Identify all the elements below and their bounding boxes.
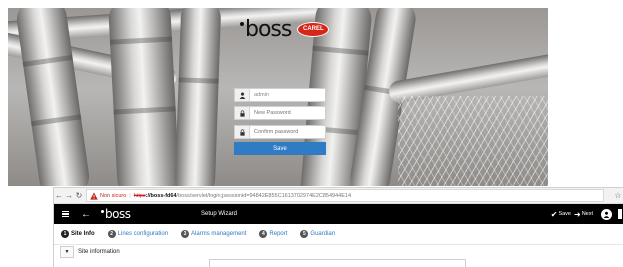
background-pipe bbox=[174, 8, 222, 186]
save-action-label: Save bbox=[558, 211, 571, 217]
url-separator: | bbox=[129, 192, 131, 199]
save-button[interactable]: Save bbox=[234, 142, 326, 155]
browser-window: ← → ↻ Non sicuro | https ://boss-fd64 /b… bbox=[53, 187, 623, 267]
url-field[interactable]: Non sicuro | https ://boss-fd64 /boss/se… bbox=[86, 189, 604, 202]
next-label: Next bbox=[581, 211, 593, 217]
next-button[interactable]: ➜ Next bbox=[574, 210, 593, 219]
power-icon[interactable] bbox=[618, 209, 622, 219]
address-bar: ← → ↻ Non sicuro | https ://boss-fd64 /b… bbox=[54, 188, 623, 204]
forward-arrow-icon[interactable]: → bbox=[64, 190, 74, 202]
username-input[interactable] bbox=[250, 90, 324, 100]
page-title: Setup Wizard bbox=[201, 211, 238, 217]
url-scheme: https bbox=[133, 192, 146, 199]
arrow-right-icon: ➜ bbox=[573, 209, 581, 219]
tab-number: 4 bbox=[259, 230, 268, 238]
boss-logo: boss CAREL bbox=[240, 16, 330, 42]
confirm-password-input[interactable] bbox=[250, 127, 324, 137]
tab-number: 5 bbox=[300, 230, 309, 238]
checkmark-icon: ✔ bbox=[550, 209, 558, 219]
lock-icon bbox=[235, 126, 250, 138]
tab-lines-configuration[interactable]: 2 Lines configuration bbox=[107, 230, 169, 238]
reload-icon[interactable]: ↻ bbox=[74, 190, 84, 202]
warning-icon bbox=[90, 191, 98, 200]
tab-site-info[interactable]: 1 Site Info bbox=[61, 230, 95, 238]
save-action-button[interactable]: ✔ Save bbox=[551, 210, 571, 219]
tab-guardian[interactable]: 5 Guardian bbox=[300, 230, 335, 238]
tab-label: Lines configuration bbox=[117, 231, 169, 237]
tab-label: Guardian bbox=[310, 231, 336, 237]
tab-label: Report bbox=[269, 231, 288, 237]
background-pipe bbox=[107, 8, 181, 186]
app-header: ← boss Setup Wizard ✔ Save ➜ Next bbox=[54, 204, 623, 224]
boss-logo: boss bbox=[101, 207, 131, 221]
confirm-password-field[interactable] bbox=[234, 125, 326, 139]
tab-number: 2 bbox=[107, 230, 116, 238]
tab-label: Alarms management bbox=[191, 231, 247, 237]
menu-icon[interactable] bbox=[57, 204, 73, 224]
logo-text: boss bbox=[105, 207, 131, 221]
tab-report[interactable]: 4 Report bbox=[259, 230, 287, 238]
back-arrow-icon[interactable]: ← bbox=[54, 190, 64, 202]
new-password-field[interactable] bbox=[234, 106, 326, 120]
login-screen-screenshot: boss CAREL Save bbox=[8, 8, 548, 186]
bookmark-star-icon[interactable]: ☆ bbox=[612, 191, 623, 200]
user-icon bbox=[235, 89, 250, 101]
lock-icon bbox=[235, 107, 250, 119]
url-host: ://boss-fd64 bbox=[145, 192, 177, 199]
tab-alarms-management[interactable]: 3 Alarms management bbox=[181, 230, 246, 238]
new-password-input[interactable] bbox=[250, 108, 324, 118]
section-title: Site information bbox=[78, 249, 120, 255]
tab-number: 1 bbox=[61, 230, 69, 238]
user-icon[interactable] bbox=[601, 208, 612, 220]
logo-text: boss bbox=[245, 16, 292, 42]
tab-label: Site Info bbox=[71, 231, 95, 237]
site-information-section: ▼ Site information bbox=[54, 245, 623, 259]
wizard-tabs: 1 Site Info 2 Lines configuration 3 Alar… bbox=[54, 224, 623, 245]
background-wires bbox=[398, 96, 548, 186]
back-arrow-icon[interactable]: ← bbox=[79, 209, 93, 220]
tab-number: 3 bbox=[181, 230, 190, 238]
username-field[interactable] bbox=[234, 88, 326, 102]
chevron-down-icon[interactable]: ▼ bbox=[60, 246, 74, 258]
url-path: /boss/servlet/login;jsessionid=94842E855… bbox=[176, 192, 351, 199]
not-secure-label: Non sicuro bbox=[100, 192, 127, 199]
header-actions: ✔ Save ➜ Next bbox=[551, 208, 622, 220]
carel-logo: CAREL bbox=[297, 21, 330, 37]
